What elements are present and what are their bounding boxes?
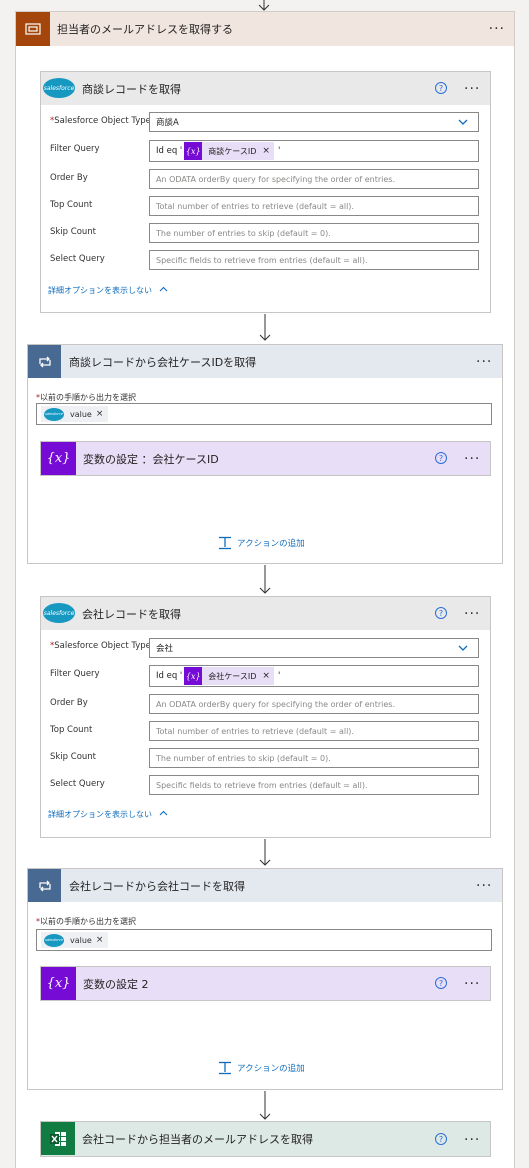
excel-action-card: 会社コードから担当者のメールアドレスを取得 ? ··· xyxy=(40,1121,491,1157)
variable-icon: {x} xyxy=(41,442,76,475)
object-type-label: *Salesforce Object Type xyxy=(50,641,151,651)
select-output-label: *以前の手順から出力を選択 xyxy=(36,393,136,402)
skip-count-label: Skip Count xyxy=(50,227,97,237)
filter-query-label: Filter Query xyxy=(50,144,100,154)
value-token[interactable]: salesforce value × xyxy=(41,932,109,948)
value-token[interactable]: salesforce value × xyxy=(41,406,109,422)
scope-title: 担当者のメールアドレスを取得する xyxy=(57,23,233,36)
filter-query-input[interactable]: Id eq ' {x} 会社ケースID × ' xyxy=(149,665,479,687)
more-icon[interactable]: ··· xyxy=(464,1133,480,1147)
chevron-up-icon xyxy=(159,286,167,292)
help-icon[interactable]: ? xyxy=(435,607,447,619)
more-icon[interactable]: ··· xyxy=(476,879,492,893)
hide-advanced-options-link[interactable]: 詳細オプションを表示しない xyxy=(48,809,168,820)
insert-action-icon xyxy=(219,1061,231,1075)
object-type-dropdown[interactable]: 商談A xyxy=(149,112,479,132)
card-header[interactable]: salesforce 会社レコードを取得 ? ··· xyxy=(41,597,490,630)
set-variable-card: {x} 変数の設定 2 ? ··· xyxy=(40,966,491,1001)
card-header[interactable]: 会社レコードから会社コードを取得 ··· xyxy=(28,869,502,902)
scope-icon xyxy=(16,12,50,46)
scope-card: 担当者のメールアドレスを取得する ··· salesforce 商談レコードを取… xyxy=(15,11,515,1168)
card-title: 会社コードから担当者のメールアドレスを取得 xyxy=(82,1133,313,1146)
top-count-input[interactable]: Total number of entries to retrieve (def… xyxy=(149,196,479,216)
get-company-records-card: salesforce 会社レコードを取得 ? ··· *Salesforce O… xyxy=(40,596,491,838)
loop-icon xyxy=(28,345,61,378)
card-title: 会社レコードを取得 xyxy=(82,607,181,621)
apply-to-each-1-card: 商談レコードから会社ケースIDを取得 ··· *以前の手順から出力を選択 sal… xyxy=(27,344,503,564)
card-header[interactable]: {x} 変数の設定 ：会社ケースID ? ··· xyxy=(41,442,490,475)
dynamic-content-token[interactable]: {x} 商談ケースID × xyxy=(184,142,274,160)
more-icon[interactable]: ··· xyxy=(464,977,480,991)
select-query-input[interactable]: Specific fields to retrieve from entries… xyxy=(149,775,479,795)
help-icon[interactable]: ? xyxy=(435,82,447,94)
flow-arrow-icon xyxy=(259,839,271,866)
order-by-label: Order By xyxy=(50,173,88,183)
card-title: 会社レコードから会社コードを取得 xyxy=(69,879,245,893)
card-title: 変数の設定 ：会社ケースID xyxy=(83,452,219,466)
salesforce-icon: salesforce xyxy=(43,78,75,98)
dynamic-content-token[interactable]: {x} 会社ケースID × xyxy=(184,667,274,685)
skip-count-input[interactable]: The number of entries to skip (default =… xyxy=(149,748,479,768)
token-remove-button[interactable]: × xyxy=(96,935,104,945)
select-query-label: Select Query xyxy=(50,254,105,264)
filter-query-label: Filter Query xyxy=(50,669,100,679)
excel-icon xyxy=(41,1122,75,1155)
more-icon[interactable]: ··· xyxy=(476,355,492,369)
top-count-label: Top Count xyxy=(50,200,93,210)
more-icon[interactable]: ··· xyxy=(464,82,480,96)
card-title: 商談レコードから会社ケースIDを取得 xyxy=(69,355,257,369)
card-title: 商談レコードを取得 xyxy=(82,82,181,96)
apply-to-each-2-card: 会社レコードから会社コードを取得 ··· *以前の手順から出力を選択 sales… xyxy=(27,868,503,1090)
scope-header[interactable]: 担当者のメールアドレスを取得する ··· xyxy=(16,12,514,46)
chevron-down-icon xyxy=(458,645,468,651)
get-deal-records-card: salesforce 商談レコードを取得 ? ··· *Salesforce O… xyxy=(40,71,491,313)
order-by-label: Order By xyxy=(50,698,88,708)
salesforce-icon: salesforce xyxy=(43,603,75,623)
flow-arrow-icon xyxy=(258,0,270,11)
order-by-input[interactable]: An ODATA orderBy query for specifying th… xyxy=(149,169,479,189)
variable-icon: {x} xyxy=(184,667,203,685)
more-icon[interactable]: ··· xyxy=(489,22,505,36)
salesforce-icon: salesforce xyxy=(44,933,64,947)
variable-icon: {x} xyxy=(184,142,203,160)
select-output-label: *以前の手順から出力を選択 xyxy=(36,917,136,926)
add-action-button[interactable]: アクションの追加 xyxy=(218,536,305,550)
skip-count-label: Skip Count xyxy=(50,752,97,762)
token-remove-button[interactable]: × xyxy=(96,409,104,419)
help-icon[interactable]: ? xyxy=(435,977,447,989)
more-icon[interactable]: ··· xyxy=(464,607,480,621)
chevron-down-icon xyxy=(458,119,468,125)
card-header[interactable]: 商談レコードから会社ケースIDを取得 ··· xyxy=(28,345,502,378)
object-type-label: *Salesforce Object Type xyxy=(50,116,151,126)
salesforce-icon: salesforce xyxy=(44,407,64,421)
help-icon[interactable]: ? xyxy=(435,1133,447,1145)
add-action-button[interactable]: アクションの追加 xyxy=(218,1061,305,1075)
flow-arrow-icon xyxy=(259,1091,271,1120)
card-title: 変数の設定 2 xyxy=(83,977,149,991)
insert-action-icon xyxy=(219,536,231,550)
help-icon[interactable]: ? xyxy=(435,452,447,464)
top-count-label: Top Count xyxy=(50,725,93,735)
order-by-input[interactable]: An ODATA orderBy query for specifying th… xyxy=(149,694,479,714)
card-header[interactable]: {x} 変数の設定 2 ? ··· xyxy=(41,967,490,1000)
chevron-up-icon xyxy=(159,810,167,816)
select-query-label: Select Query xyxy=(50,779,105,789)
flow-arrow-icon xyxy=(259,314,271,341)
loop-icon xyxy=(28,869,61,902)
hide-advanced-options-link[interactable]: 詳細オプションを表示しない xyxy=(48,285,168,296)
set-variable-card: {x} 変数の設定 ：会社ケースID ? ··· xyxy=(40,441,491,476)
flow-arrow-icon xyxy=(259,565,271,594)
filter-query-input[interactable]: Id eq ' {x} 商談ケースID × ' xyxy=(149,140,479,162)
token-remove-button[interactable]: × xyxy=(262,146,270,156)
object-type-dropdown[interactable]: 会社 xyxy=(149,638,479,658)
variable-icon: {x} xyxy=(41,967,76,1000)
select-query-input[interactable]: Specific fields to retrieve from entries… xyxy=(149,250,479,270)
card-header[interactable]: 会社コードから担当者のメールアドレスを取得 ? ··· xyxy=(41,1122,490,1156)
token-remove-button[interactable]: × xyxy=(262,671,270,681)
card-header[interactable]: salesforce 商談レコードを取得 ? ··· xyxy=(41,72,490,105)
top-count-input[interactable]: Total number of entries to retrieve (def… xyxy=(149,721,479,741)
more-icon[interactable]: ··· xyxy=(464,452,480,466)
skip-count-input[interactable]: The number of entries to skip (default =… xyxy=(149,223,479,243)
